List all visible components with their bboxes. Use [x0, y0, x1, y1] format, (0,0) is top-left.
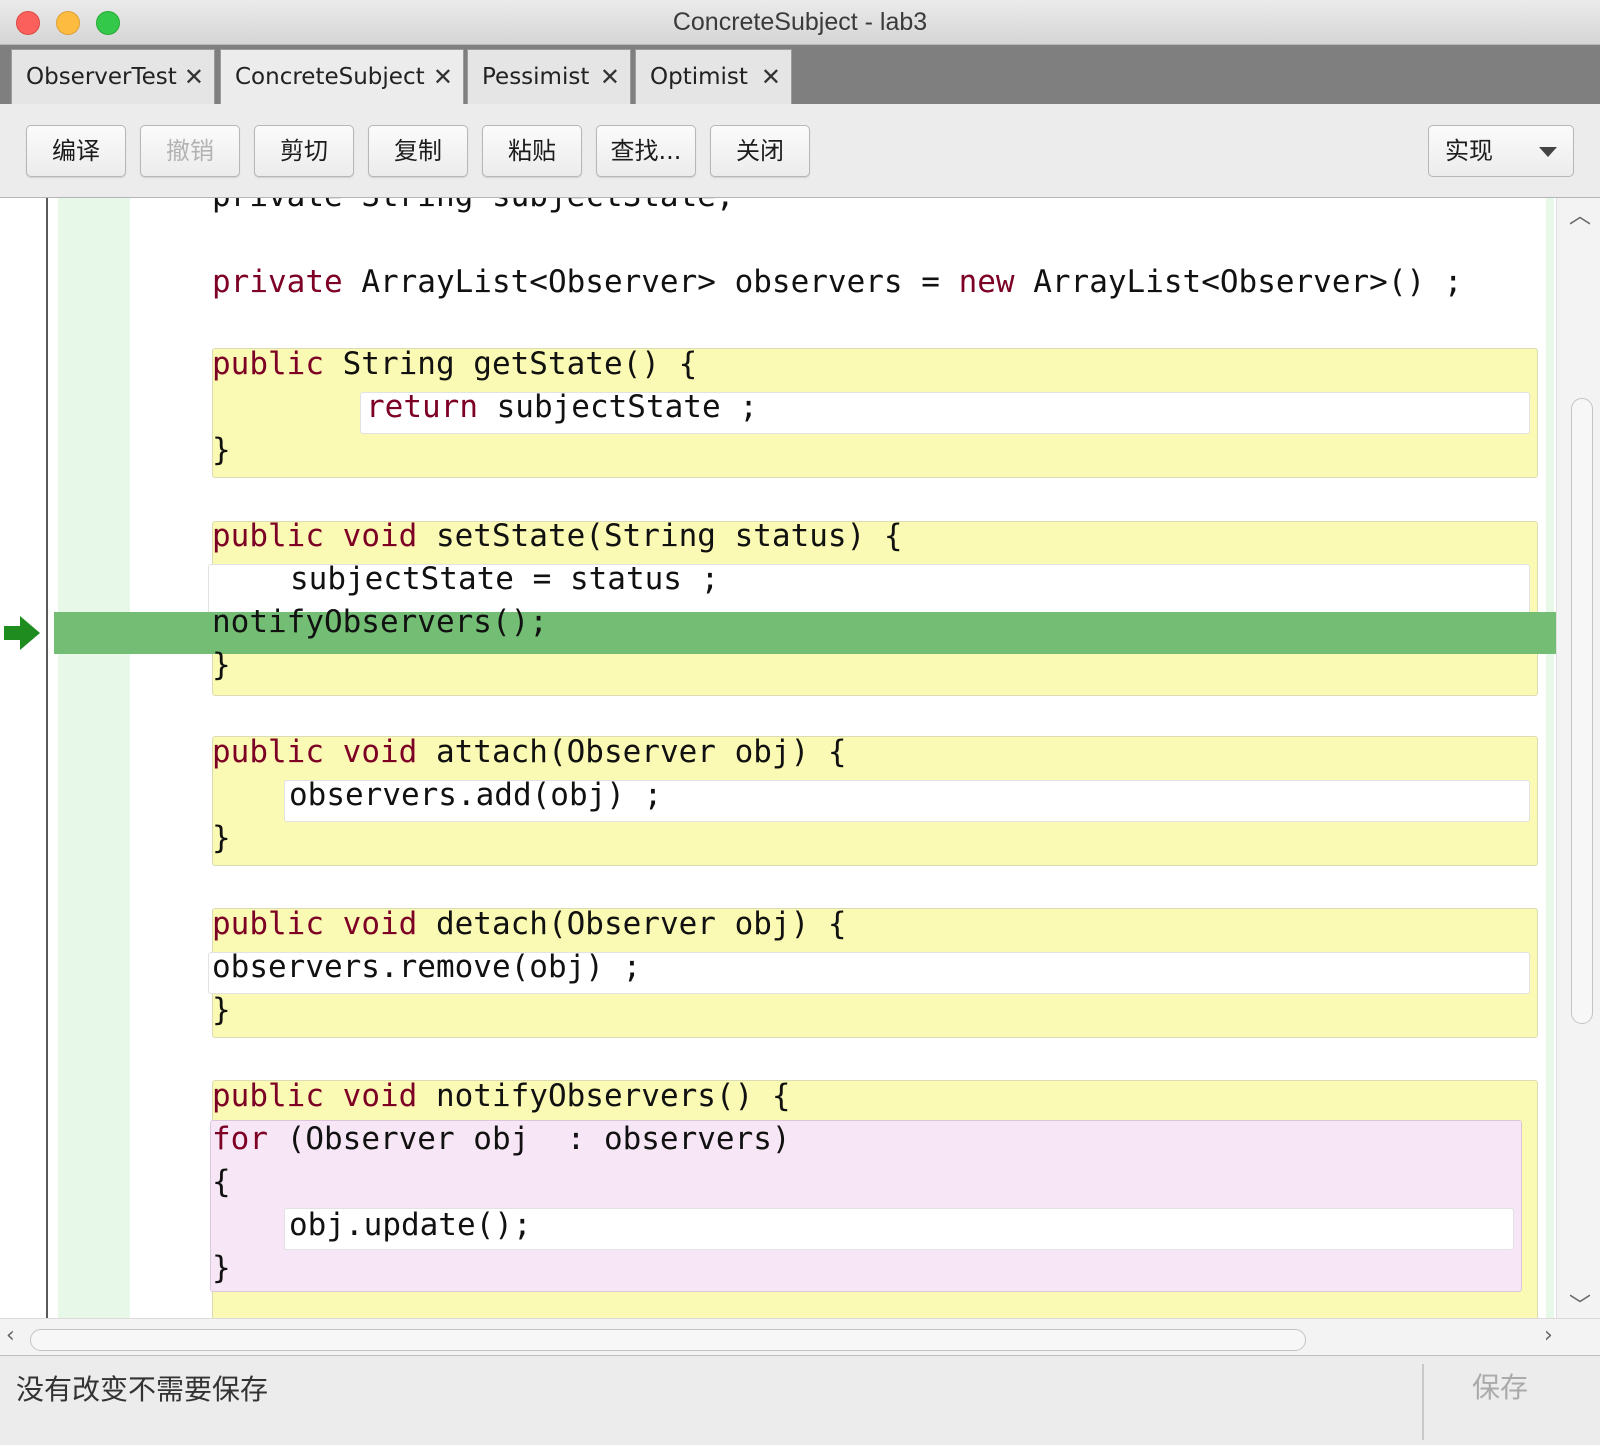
keyword: public [212, 906, 324, 942]
keyword: void [342, 906, 418, 942]
code-line: notifyObservers(); [212, 604, 548, 640]
code-line: public void attach(Observer obj) { [212, 732, 847, 772]
copy-button[interactable]: 复制 [368, 125, 468, 177]
keyword: void [342, 1078, 418, 1114]
paste-button[interactable]: 粘贴 [482, 125, 582, 177]
closing-brace: } [212, 820, 231, 856]
code-text: String getState() { [323, 346, 698, 382]
tab-pessimist[interactable]: Pessimist ✕ [467, 49, 631, 104]
close-icon[interactable]: ✕ [600, 50, 620, 104]
save-button[interactable]: 保存 [1472, 1366, 1528, 1406]
horizontal-scroll-thumb[interactable] [30, 1329, 1306, 1351]
tab-strip: ObserverTest ✕ ConcreteSubject ✕ Pessimi… [0, 45, 1600, 104]
execution-arrow-icon [4, 616, 40, 650]
close-icon[interactable]: ✕ [433, 50, 453, 104]
keyword: public [212, 734, 324, 770]
keyword: void [342, 734, 418, 770]
code-line: public void setState(String status) { [212, 516, 903, 556]
code-editor[interactable]: private String subjectState; private Arr… [0, 198, 1600, 1318]
code-text: (Observer obj : observers) [268, 1121, 791, 1157]
gutter-divider [46, 198, 48, 1318]
code-text: attach(Observer obj) { [417, 734, 847, 770]
tab-label: Pessimist [482, 64, 590, 90]
status-divider [1422, 1364, 1424, 1440]
code-line: obj.update(); [289, 1207, 532, 1243]
chevron-down-icon [1539, 147, 1557, 157]
keyword: public [212, 518, 324, 554]
status-bar: 没有改变不需要保存 保存 [0, 1355, 1600, 1445]
opening-brace: { [212, 1164, 231, 1200]
undo-button[interactable]: 撤销 [140, 125, 240, 177]
code-line: return subjectState ; [366, 387, 758, 427]
code-line: public void detach(Observer obj) { [212, 904, 847, 944]
scroll-down-icon[interactable]: ﹀ [1569, 1288, 1591, 1320]
keyword: new [958, 264, 1015, 300]
tab-optimist[interactable]: Optimist ✕ [635, 49, 792, 104]
scroll-right-icon[interactable]: › [1544, 1323, 1553, 1348]
compile-button[interactable]: 编译 [26, 125, 126, 177]
closing-brace: } [212, 432, 231, 468]
code-line: subjectState = status ; [290, 561, 720, 597]
code-line: private String subjectState; [212, 198, 735, 216]
status-message: 没有改变不需要保存 [16, 1373, 269, 1406]
code-line: observers.add(obj) ; [289, 777, 663, 813]
keyword: for [212, 1121, 268, 1157]
toolbar: 编译 撤销 剪切 复制 粘贴 查找... 关闭 实现 [0, 104, 1600, 198]
code-line: public void notifyObservers() { [212, 1076, 791, 1116]
closing-brace: } [212, 647, 231, 683]
cut-button[interactable]: 剪切 [254, 125, 354, 177]
tab-label: ObserverTest [26, 64, 177, 90]
closing-brace: } [212, 1250, 231, 1286]
tab-concretesubject[interactable]: ConcreteSubject ✕ [220, 49, 464, 104]
code-text: subjectState ; [477, 389, 758, 425]
window-title: ConcreteSubject - lab3 [672, 8, 928, 36]
scope-margin-right [1546, 198, 1554, 1318]
find-button[interactable]: 查找... [596, 125, 696, 177]
close-button[interactable]: 关闭 [710, 125, 810, 177]
tab-label: Optimist [650, 64, 748, 90]
keyword: return [366, 389, 478, 425]
closing-brace: } [212, 992, 231, 1028]
code-text: ArrayList<Observer>() ; [1014, 264, 1463, 300]
close-icon[interactable]: ✕ [184, 50, 204, 104]
code-line: private ArrayList<Observer> observers = … [212, 262, 1463, 302]
keyword: void [342, 518, 418, 554]
code-line: public String getState() { [212, 344, 697, 384]
close-icon[interactable]: ✕ [761, 50, 781, 104]
scroll-left-icon[interactable]: ‹ [6, 1323, 15, 1348]
code-text: setState(String status) { [417, 518, 903, 554]
code-line: observers.remove(obj) ; [212, 949, 642, 985]
view-select-value: 实现 [1445, 137, 1493, 165]
view-select[interactable]: 实现 [1428, 125, 1574, 177]
code-text: detach(Observer obj) { [417, 906, 847, 942]
horizontal-scrollbar[interactable]: ‹ › [0, 1318, 1600, 1355]
title-bar: ConcreteSubject - lab3 [0, 0, 1600, 45]
keyword: public [212, 1078, 324, 1114]
code-line: for (Observer obj : observers) [212, 1119, 791, 1159]
vertical-scrollbar[interactable]: ︿ ﹀ [1556, 198, 1600, 1320]
tab-label: ConcreteSubject [235, 64, 425, 90]
code-text: notifyObservers() { [417, 1078, 791, 1114]
code-text: ArrayList<Observer> observers = [342, 264, 959, 300]
vertical-scroll-thumb[interactable] [1571, 398, 1593, 1024]
scroll-up-icon[interactable]: ︿ [1569, 198, 1591, 230]
scope-margin [58, 198, 130, 1318]
keyword: public [212, 346, 324, 382]
keyword: private [212, 264, 343, 300]
tab-observertest[interactable]: ObserverTest ✕ [11, 49, 215, 104]
